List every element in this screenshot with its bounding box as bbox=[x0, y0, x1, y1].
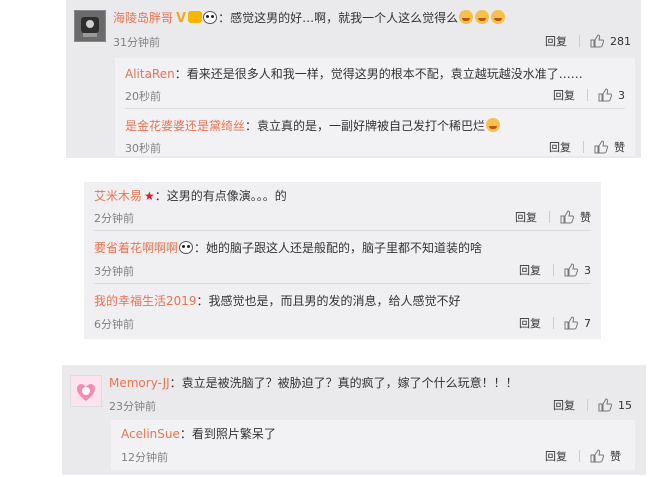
laugh-emoji-icon bbox=[459, 10, 474, 24]
reply-actions: 回复 赞 bbox=[549, 139, 625, 155]
reply-actions: 回复 赞 bbox=[515, 209, 591, 225]
laugh-emoji-icon bbox=[486, 118, 501, 132]
like-count[interactable]: 赞 bbox=[580, 209, 591, 225]
like-count[interactable]: 赞 bbox=[614, 139, 625, 155]
reply-list: AcelinSue：看到照片繁呆了 12分钟前 回复 赞 bbox=[111, 420, 635, 470]
verified-v-icon: V bbox=[176, 11, 187, 26]
reply-text: ：她的脑子跟这人还是般配的，脑子里都不知道装的啥 bbox=[194, 241, 483, 255]
thumbs-up-icon[interactable] bbox=[564, 263, 578, 277]
reply-button[interactable]: 回复 bbox=[553, 87, 575, 103]
reply-actions: 回复 3 bbox=[553, 87, 625, 103]
reply-actions: 回复 赞 bbox=[545, 448, 621, 464]
reply-actions: 回复 7 bbox=[519, 315, 591, 331]
reply-divider bbox=[94, 283, 591, 284]
thumbs-up-icon[interactable] bbox=[590, 449, 604, 463]
reply-button[interactable]: 回复 bbox=[553, 397, 575, 413]
reply-list: AlitaRen：看来还是很多人和我一样，觉得这男的根本不配，袁立越玩越没水准了… bbox=[115, 58, 635, 156]
comment-time: 31分钟前 bbox=[113, 36, 160, 49]
laugh-emoji-icon bbox=[491, 10, 506, 24]
comment-thread-1: 海陵岛胖哥 V ：感觉这男的好…啊，就我一个人这么觉得么 31分钟前 回复 281 … bbox=[66, 0, 641, 158]
reply-time: 20秒前 bbox=[125, 90, 161, 103]
like-count[interactable]: 3 bbox=[584, 264, 591, 277]
heart-avatar-icon bbox=[71, 376, 101, 406]
thumbs-up-icon[interactable] bbox=[590, 34, 604, 48]
divider bbox=[587, 89, 588, 101]
star-badge-icon: ★ bbox=[144, 189, 155, 203]
comment-actions: 回复 281 bbox=[545, 33, 631, 49]
divider bbox=[553, 317, 554, 329]
like-count[interactable]: 7 bbox=[584, 317, 591, 330]
reply-username[interactable]: 艾米木易 bbox=[94, 189, 142, 203]
divider bbox=[553, 264, 554, 276]
reply-button[interactable]: 回复 bbox=[549, 139, 571, 155]
reply-time: 30秒前 bbox=[125, 142, 161, 155]
avatar[interactable] bbox=[74, 10, 106, 42]
reply-button[interactable]: 回复 bbox=[545, 448, 567, 464]
reply-username[interactable]: 要省着花啊啊啊 bbox=[94, 241, 178, 255]
panda-emoji-icon bbox=[203, 11, 218, 24]
reply-button[interactable]: 回复 bbox=[519, 262, 541, 278]
divider bbox=[583, 141, 584, 153]
reply-text: ：看来还是很多人和我一样，觉得这男的根本不配，袁立越玩越没水准了…… bbox=[174, 67, 583, 81]
divider bbox=[579, 35, 580, 47]
thumbs-up-icon[interactable] bbox=[594, 140, 608, 154]
comment-actions: 回复 15 bbox=[553, 397, 632, 413]
laugh-emoji-icon bbox=[475, 10, 490, 24]
reply-time: 6分钟前 bbox=[94, 318, 134, 331]
reply-username[interactable]: AlitaRen bbox=[125, 67, 175, 81]
reply-button[interactable]: 回复 bbox=[545, 33, 567, 49]
reply-time: 2分钟前 bbox=[94, 212, 134, 225]
reply-text: ：这男的有点像演。。。的 bbox=[154, 189, 287, 203]
vip-badge-icon bbox=[188, 11, 203, 23]
like-count[interactable]: 赞 bbox=[610, 448, 621, 464]
reply-button[interactable]: 回复 bbox=[515, 209, 537, 225]
comment-username[interactable]: Memory-JJ bbox=[109, 376, 170, 390]
reply-time: 12分钟前 bbox=[121, 451, 168, 464]
divider bbox=[579, 450, 580, 462]
reply-text: ：看到照片繁呆了 bbox=[179, 427, 276, 441]
reply-actions: 回复 3 bbox=[519, 262, 591, 278]
reply-username[interactable]: AcelinSue bbox=[121, 427, 180, 441]
comment-text: ：感觉这男的好…啊，就我一个人这么觉得么 bbox=[218, 11, 459, 25]
comment-thread-3: Memory-JJ：袁立是被洗脑了？被胁迫了？真的疯了，嫁了个什么玩意！！！ 2… bbox=[62, 365, 646, 475]
thumbs-up-icon[interactable] bbox=[560, 210, 574, 224]
comment-username[interactable]: 海陵岛胖哥 bbox=[113, 11, 173, 25]
reply-divider bbox=[94, 230, 591, 231]
reply-text: ：我感觉也是，而且男的发的消息，给人感觉不好 bbox=[196, 294, 461, 308]
reply-button[interactable]: 回复 bbox=[519, 315, 541, 331]
divider bbox=[587, 399, 588, 411]
comment-text: ：袁立是被洗脑了？被胁迫了？真的疯了，嫁了个什么玩意！！！ bbox=[169, 376, 518, 390]
like-count[interactable]: 15 bbox=[618, 399, 632, 412]
thumbs-up-icon[interactable] bbox=[598, 88, 612, 102]
divider bbox=[549, 211, 550, 223]
train-avatar-icon bbox=[75, 11, 105, 41]
reply-text: ：袁立真的是，一副好牌被自己发打个稀巴烂 bbox=[245, 119, 486, 133]
comment-time: 23分钟前 bbox=[109, 400, 156, 413]
reply-username[interactable]: 我的幸福生活2019 bbox=[94, 294, 197, 308]
panda-emoji-icon bbox=[179, 241, 194, 254]
reply-time: 3分钟前 bbox=[94, 265, 134, 278]
thumbs-up-icon[interactable] bbox=[564, 316, 578, 330]
thumbs-up-icon[interactable] bbox=[598, 398, 612, 412]
reply-username[interactable]: 是金花婆婆还是黛绮丝 bbox=[125, 119, 245, 133]
like-count[interactable]: 281 bbox=[610, 35, 631, 48]
like-count[interactable]: 3 bbox=[618, 89, 625, 102]
comment-list-2: 艾米木易 ★：这男的有点像演。。。的 2分钟前 回复 赞 要省着花啊啊啊 ：她的脑子… bbox=[84, 182, 601, 339]
reply-divider bbox=[125, 108, 625, 109]
avatar[interactable] bbox=[70, 375, 102, 407]
